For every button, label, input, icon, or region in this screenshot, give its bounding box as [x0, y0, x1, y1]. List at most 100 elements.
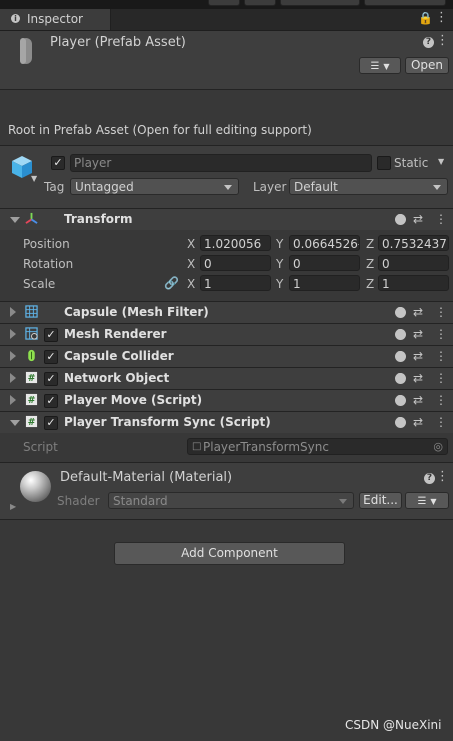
script-name: PlayerTransformSync — [203, 440, 329, 454]
component-header-mesh-renderer[interactable]: ✓ Mesh Renderer ? ⇄ ⋮ — [0, 323, 453, 345]
more-menu-icon[interactable]: ⋮ — [436, 33, 449, 48]
capsule-collider-icon — [28, 349, 35, 362]
component-title: Capsule (Mesh Filter) — [64, 305, 209, 319]
toolbar-button[interactable] — [280, 0, 360, 6]
more-menu-icon[interactable]: ⋮ — [435, 349, 447, 363]
component-header-player-transform-sync[interactable]: # ✓ Player Transform Sync (Script) ? ⇄ ⋮ — [0, 411, 453, 433]
gameobject-header: ▼ ✓ Player Static ▼ Tag Untagged Layer D… — [0, 146, 453, 210]
position-z-field[interactable]: 0.7532437 — [378, 235, 449, 251]
more-menu-icon[interactable]: ⋮ — [435, 393, 447, 407]
foldout-arrow-icon[interactable] — [10, 395, 16, 405]
shader-label: Shader — [57, 494, 100, 508]
add-component-button[interactable]: Add Component — [114, 542, 345, 565]
more-menu-icon[interactable]: ⋮ — [435, 305, 447, 319]
script-row: Script □ PlayerTransformSync ◎ — [0, 433, 453, 461]
presets-icon[interactable]: ⇄ — [413, 212, 423, 226]
tag-value: Untagged — [75, 180, 134, 194]
foldout-arrow-icon[interactable] — [10, 217, 20, 223]
shader-dropdown[interactable]: Standard — [108, 492, 354, 509]
preset-menu-button[interactable]: ☰ ▼ — [359, 57, 401, 74]
help-icon[interactable]: ? — [395, 372, 406, 384]
material-title: Default-Material (Material) — [60, 470, 233, 485]
position-x-field[interactable]: 1.020056 — [200, 235, 271, 251]
link-icon[interactable]: 🔗 — [164, 276, 179, 290]
chevron-down-icon[interactable]: ▼ — [31, 174, 37, 183]
tab-inspector[interactable]: i Inspector — [0, 9, 111, 30]
component-header-network-object[interactable]: # ✓ Network Object ? ⇄ ⋮ — [0, 367, 453, 389]
object-picker-icon[interactable]: ◎ — [433, 439, 443, 454]
script-icon: # — [25, 393, 38, 406]
component-enabled-toggle[interactable]: ✓ — [44, 328, 58, 342]
help-icon[interactable]: ? — [395, 213, 406, 225]
scale-y-field[interactable]: 1 — [289, 275, 360, 291]
component-enabled-toggle[interactable]: ✓ — [44, 394, 58, 408]
help-icon[interactable]: ? — [395, 350, 406, 362]
rotation-x-field[interactable]: 0 — [200, 255, 271, 271]
toolbar-button[interactable] — [208, 0, 240, 6]
preset-menu-button[interactable]: ☰ ▼ — [405, 492, 449, 509]
foldout-arrow-icon[interactable] — [10, 307, 16, 317]
scale-z-field[interactable]: 1 — [378, 275, 449, 291]
script-object-field[interactable]: □ PlayerTransformSync ◎ — [187, 438, 448, 455]
foldout-arrow-icon[interactable] — [10, 329, 16, 339]
component-header-player-move[interactable]: # ✓ Player Move (Script) ? ⇄ ⋮ — [0, 389, 453, 411]
help-icon[interactable]: ? — [424, 473, 435, 484]
help-icon[interactable]: ? — [395, 416, 406, 428]
more-menu-icon[interactable]: ⋮ — [436, 469, 449, 484]
component-header-icons: ? ⇄ ⋮ — [393, 368, 453, 389]
gameobject-name-field[interactable]: Player — [70, 154, 372, 172]
component-enabled-toggle[interactable]: ✓ — [44, 416, 58, 430]
presets-icon[interactable]: ⇄ — [413, 415, 423, 429]
svg-text:#: # — [28, 373, 36, 384]
help-icon[interactable]: ? — [395, 328, 406, 340]
foldout-arrow-icon[interactable] — [10, 351, 16, 361]
axis-x-label: X — [187, 277, 196, 291]
component-header-capsule-collider[interactable]: ✓ Capsule Collider ? ⇄ ⋮ — [0, 345, 453, 367]
position-y-field[interactable]: 0.0664526‐4 — [289, 235, 360, 251]
component-enabled-toggle[interactable]: ✓ — [44, 372, 58, 386]
chevron-down-icon[interactable]: ▼ — [438, 157, 444, 166]
open-prefab-button[interactable]: Open — [405, 57, 449, 74]
presets-icon[interactable]: ⇄ — [413, 371, 423, 385]
edit-shader-button[interactable]: Edit... — [359, 492, 402, 509]
component-enabled-toggle[interactable]: ✓ — [44, 350, 58, 364]
layer-label: Layer — [253, 180, 287, 194]
presets-icon[interactable]: ⇄ — [413, 327, 423, 341]
foldout-arrow-icon[interactable] — [10, 420, 20, 426]
axis-z-label: Z — [366, 257, 375, 271]
tag-dropdown[interactable]: Untagged — [70, 178, 239, 195]
divider — [0, 89, 453, 90]
more-menu-icon[interactable]: ⋮ — [435, 212, 447, 226]
layer-dropdown[interactable]: Default — [289, 178, 448, 195]
active-toggle[interactable]: ✓ — [51, 156, 65, 170]
more-menu-icon[interactable]: ⋮ — [435, 415, 447, 429]
more-menu-icon[interactable]: ⋮ — [435, 327, 447, 341]
help-icon[interactable]: ? — [395, 394, 406, 406]
help-icon[interactable]: ? — [423, 37, 434, 48]
help-icon[interactable]: ? — [395, 306, 406, 318]
toolbar-button[interactable] — [244, 0, 276, 6]
static-toggle[interactable] — [377, 156, 391, 170]
rotation-y-field[interactable]: 0 — [289, 255, 360, 271]
more-menu-icon[interactable]: ⋮ — [435, 371, 447, 385]
scale-x-field[interactable]: 1 — [200, 275, 271, 291]
presets-icon[interactable]: ⇄ — [413, 349, 423, 363]
chevron-down-icon: ▼ — [430, 497, 437, 506]
foldout-arrow-icon[interactable]: ▶ — [10, 502, 16, 511]
mesh-filter-icon — [25, 305, 38, 318]
list-icon: ☰ — [370, 61, 380, 72]
presets-icon[interactable]: ⇄ — [413, 305, 423, 319]
tab-bar: i Inspector 🔒 ⋮ — [0, 9, 453, 31]
rotation-z-field[interactable]: 0 — [378, 255, 449, 271]
lock-icon[interactable]: 🔒 — [418, 11, 433, 25]
transform-body: Position X 1.020056 Y 0.0664526‐4 Z 0.75… — [0, 230, 453, 302]
component-header-mesh-filter[interactable]: Capsule (Mesh Filter) ? ⇄ ⋮ — [0, 301, 453, 323]
component-header-transform[interactable]: Transform ? ⇄ ⋮ — [0, 208, 453, 230]
svg-text:#: # — [28, 395, 36, 406]
presets-icon[interactable]: ⇄ — [413, 393, 423, 407]
axis-y-label: Y — [276, 257, 284, 271]
foldout-arrow-icon[interactable] — [10, 373, 16, 383]
material-header: ▶ Default-Material (Material) ? ⋮ Shader… — [0, 463, 453, 519]
more-menu-icon[interactable]: ⋮ — [435, 10, 448, 25]
toolbar-button[interactable] — [364, 0, 446, 6]
